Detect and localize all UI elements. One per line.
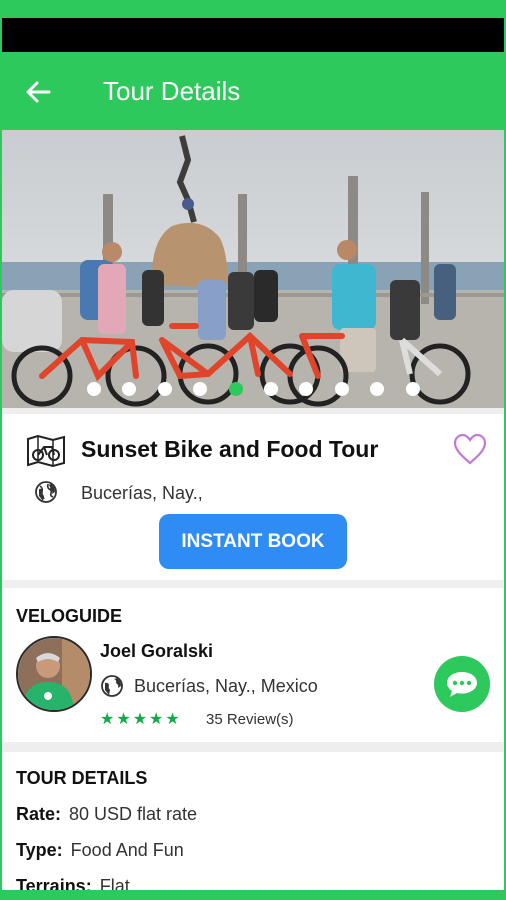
globe-icon: [101, 675, 123, 697]
carousel-dot[interactable]: [193, 382, 208, 396]
globe-icon: [35, 481, 57, 503]
guide-avatar-image: [18, 638, 90, 710]
tour-details-card: TOUR DETAILS Rate: 80 USD flat rate Type:…: [2, 752, 504, 900]
bottom-edge-bar: [0, 890, 506, 900]
favorite-heart-icon[interactable]: [452, 432, 488, 466]
carousel-dot[interactable]: [334, 382, 349, 396]
carousel-dot[interactable]: [122, 382, 137, 396]
carousel-dot[interactable]: [405, 382, 420, 396]
tour-location: Bucerías, Nay.,: [81, 483, 203, 503]
carousel-dot[interactable]: [370, 382, 385, 396]
page-title: Tour Details: [103, 76, 241, 106]
chat-button[interactable]: [434, 656, 490, 712]
rating-stars: ★★★★★: [100, 711, 182, 728]
detail-label: Rate:: [16, 804, 62, 824]
guide-section-title: VELOGUIDE: [16, 606, 123, 626]
app-bar: Tour Details: [2, 54, 504, 130]
detail-row-type: Type: Food And Fun: [16, 840, 184, 861]
tour-details-title: TOUR DETAILS: [16, 768, 148, 788]
guide-card: VELOGUIDE Joel Goralski Bucerías, Nay., …: [2, 588, 504, 742]
carousel-dot[interactable]: [157, 382, 172, 396]
guide-name: Joel Goralski: [100, 641, 214, 661]
bike-map-icon: [27, 434, 65, 468]
tour-summary-card: Sunset Bike and Food Tour Bucerías, Nay.…: [2, 414, 504, 580]
status-bar: [2, 0, 504, 54]
app-frame: Tour Details Sunset Bike and Food Tour B…: [2, 0, 504, 900]
arrow-left-icon: [26, 81, 51, 103]
chat-bubble-icon: [447, 672, 477, 697]
tour-photo-carousel[interactable]: [2, 130, 504, 408]
detail-value: Food And Fun: [70, 840, 184, 860]
carousel-dot[interactable]: [87, 382, 101, 396]
instant-book-button[interactable]: INSTANT BOOK: [159, 514, 347, 569]
guide-location: Bucerías, Nay., Mexico: [134, 676, 318, 696]
detail-row-rate: Rate: 80 USD flat rate: [16, 804, 197, 825]
carousel-dot[interactable]: [264, 382, 278, 396]
tour-title: Sunset Bike and Food Tour: [81, 436, 379, 462]
guide-avatar[interactable]: [16, 636, 92, 712]
carousel-dot[interactable]: [228, 382, 243, 396]
tour-photo: [2, 130, 504, 408]
review-count-link[interactable]: 35 Review(s): [206, 711, 294, 728]
carousel-dots: [2, 382, 504, 400]
back-button[interactable]: [20, 74, 56, 110]
detail-value: 80 USD flat rate: [69, 804, 198, 824]
status-bar-black: [2, 18, 504, 52]
carousel-dot[interactable]: [299, 382, 314, 396]
detail-label: Type:: [16, 840, 63, 860]
